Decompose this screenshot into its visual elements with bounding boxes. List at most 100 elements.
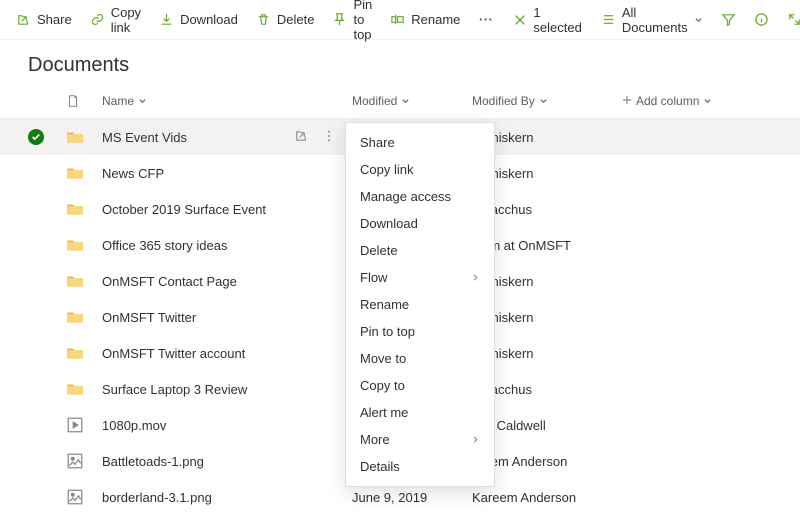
list-icon <box>601 12 616 27</box>
context-menu-item[interactable]: Alert me <box>346 399 494 426</box>
name-column-header[interactable]: Name <box>102 94 352 108</box>
file-type-icon <box>66 164 102 182</box>
selected-check-icon[interactable] <box>28 129 44 145</box>
modified-by-column-header[interactable]: Modified By <box>472 94 622 108</box>
chevron-right-icon <box>471 270 480 285</box>
context-menu-item[interactable]: Flow <box>346 264 494 291</box>
file-type-icon <box>66 488 102 506</box>
chevron-down-icon <box>401 94 410 108</box>
item-name[interactable]: OnMSFT Twitter <box>102 310 196 325</box>
context-menu-label: Delete <box>360 243 398 258</box>
clear-selection-button[interactable]: 1 selected <box>505 4 590 36</box>
add-column-button[interactable]: Add column <box>622 94 712 108</box>
close-icon <box>513 12 527 27</box>
file-type-icon <box>66 380 102 398</box>
filter-button[interactable] <box>713 4 744 36</box>
item-name[interactable]: News CFP <box>102 166 164 181</box>
download-button[interactable]: Download <box>151 4 246 36</box>
context-menu-item[interactable]: Manage access <box>346 183 494 210</box>
file-type-icon <box>66 128 102 146</box>
view-selector[interactable]: All Documents <box>593 4 711 36</box>
context-menu-item[interactable]: Download <box>346 210 494 237</box>
file-type-icon <box>66 236 102 254</box>
context-menu-label: Share <box>360 135 395 150</box>
item-name[interactable]: Battletoads-1.png <box>102 454 204 469</box>
item-name[interactable]: 1080p.mov <box>102 418 166 433</box>
file-type-icon <box>66 272 102 290</box>
context-menu-item[interactable]: Details <box>346 453 494 480</box>
item-name[interactable]: OnMSFT Contact Page <box>102 274 237 289</box>
plus-icon <box>622 94 632 108</box>
file-type-icon <box>66 200 102 218</box>
pin-button[interactable]: Pin to top <box>324 4 380 36</box>
copy-link-label: Copy link <box>111 5 141 35</box>
item-name[interactable]: MS Event Vids <box>102 130 187 145</box>
selected-count-label: 1 selected <box>533 5 582 35</box>
rename-label: Rename <box>411 12 460 27</box>
share-label: Share <box>37 12 72 27</box>
more-icon <box>478 12 493 27</box>
chevron-down-icon <box>138 94 147 108</box>
modified-by-column-label: Modified By <box>472 94 535 108</box>
overflow-button[interactable] <box>470 4 501 36</box>
file-type-icon <box>66 452 102 470</box>
item-name[interactable]: Office 365 story ideas <box>102 238 228 253</box>
modified-column-header[interactable]: Modified <box>352 94 472 108</box>
file-type-column-icon[interactable] <box>66 94 102 108</box>
column-header-row: Name Modified Modified By Add column <box>0 83 800 119</box>
chevron-right-icon <box>471 432 480 447</box>
copy-link-button[interactable]: Copy link <box>82 4 149 36</box>
chevron-down-icon <box>703 94 712 108</box>
share-item-icon[interactable] <box>294 128 314 146</box>
command-bar: Share Copy link Download Delete Pin to t… <box>0 0 800 40</box>
context-menu-item[interactable]: Delete <box>346 237 494 264</box>
context-menu-item[interactable]: Pin to top <box>346 318 494 345</box>
pin-label: Pin to top <box>353 0 372 42</box>
rename-button[interactable]: Rename <box>382 4 468 36</box>
row-actions-button[interactable] <box>322 129 342 146</box>
download-label: Download <box>180 12 238 27</box>
delete-button[interactable]: Delete <box>248 4 323 36</box>
context-menu-label: Manage access <box>360 189 451 204</box>
share-button[interactable]: Share <box>8 4 80 36</box>
expand-icon <box>787 12 800 27</box>
share-icon <box>16 12 31 27</box>
page-title: Documents <box>0 40 800 83</box>
info-icon <box>754 12 769 27</box>
filter-icon <box>721 12 736 27</box>
name-column-label: Name <box>102 94 134 108</box>
chevron-down-icon <box>694 12 703 27</box>
modified-column-label: Modified <box>352 94 397 108</box>
file-type-icon <box>66 344 102 362</box>
context-menu-label: Copy link <box>360 162 413 177</box>
context-menu-item[interactable]: Rename <box>346 291 494 318</box>
item-name[interactable]: October 2019 Surface Event <box>102 202 266 217</box>
context-menu-label: Details <box>360 459 400 474</box>
context-menu-item[interactable]: Share <box>346 129 494 156</box>
file-type-icon <box>66 416 102 434</box>
context-menu: Share Copy link Manage access Download Delet… <box>345 122 495 487</box>
expand-button[interactable] <box>779 4 800 36</box>
link-icon <box>90 12 105 27</box>
modified-by-cell: Kareem Anderson <box>472 490 622 505</box>
info-button[interactable] <box>746 4 777 36</box>
context-menu-label: Flow <box>360 270 387 285</box>
context-menu-item[interactable]: More <box>346 426 494 453</box>
view-label: All Documents <box>622 5 688 35</box>
context-menu-item[interactable]: Move to <box>346 345 494 372</box>
context-menu-label: More <box>360 432 390 447</box>
rename-icon <box>390 12 405 27</box>
item-name[interactable]: Surface Laptop 3 Review <box>102 382 247 397</box>
pin-icon <box>332 12 347 27</box>
context-menu-item[interactable]: Copy to <box>346 372 494 399</box>
context-menu-label: Alert me <box>360 405 408 420</box>
chevron-down-icon <box>539 94 548 108</box>
context-menu-label: Copy to <box>360 378 405 393</box>
trash-icon <box>256 12 271 27</box>
item-name[interactable]: OnMSFT Twitter account <box>102 346 245 361</box>
context-menu-item[interactable]: Copy link <box>346 156 494 183</box>
item-name[interactable]: borderland-3.1.png <box>102 490 212 505</box>
context-menu-label: Move to <box>360 351 406 366</box>
add-column-label: Add column <box>636 94 699 108</box>
context-menu-label: Pin to top <box>360 324 415 339</box>
